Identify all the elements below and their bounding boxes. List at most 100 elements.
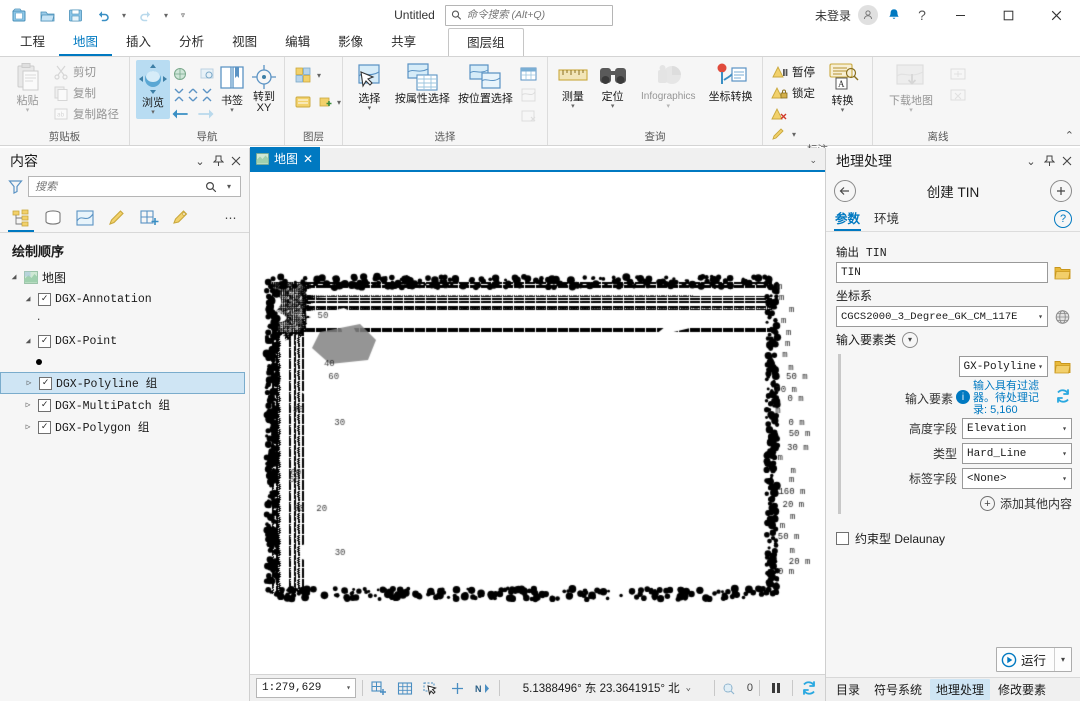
- bookmarks-button[interactable]: 书签 ▾: [216, 60, 248, 117]
- full-extent-icon[interactable]: [168, 62, 192, 86]
- select-dropdown-icon[interactable]: ▾: [368, 105, 372, 113]
- download-map-dropdown-icon[interactable]: ▾: [909, 107, 913, 115]
- layer-visibility-checkbox[interactable]: ✓: [38, 292, 51, 306]
- maximize-button[interactable]: [986, 0, 1030, 30]
- tree-item-dgx-polygon-group[interactable]: ▷ ✓ DGX-Polygon 组: [0, 416, 249, 438]
- ribbon-tab-project[interactable]: 工程: [6, 28, 59, 56]
- collapse-section-icon[interactable]: ▾: [902, 331, 919, 348]
- chevron-down-icon[interactable]: ▾: [1060, 424, 1069, 434]
- map-view-tab[interactable]: 地图 ✕: [250, 147, 321, 170]
- undo-dropdown-icon[interactable]: ▾: [118, 3, 130, 27]
- map-canvas[interactable]: [250, 172, 825, 674]
- help-icon[interactable]: ?: [910, 3, 934, 27]
- ribbon-tab-imagery[interactable]: 影像: [324, 28, 377, 56]
- ribbon-tab-view[interactable]: 视图: [218, 28, 271, 56]
- chevron-down-icon[interactable]: ▾: [1060, 474, 1069, 484]
- geoprocessing-pane-close-icon[interactable]: [1058, 151, 1076, 171]
- layer-visibility-checkbox[interactable]: ✓: [39, 376, 52, 390]
- sign-in-status[interactable]: 未登录: [815, 7, 851, 24]
- list-by-editing-icon[interactable]: [104, 205, 130, 231]
- infographics-button[interactable]: Infographics ▾: [633, 60, 703, 113]
- locate-button[interactable]: 定位 ▾: [594, 60, 632, 113]
- output-tin-input[interactable]: TIN: [836, 262, 1048, 283]
- add-another-button[interactable]: + 添加其他内容: [847, 495, 1072, 512]
- expand-arrow-icon[interactable]: ◢: [22, 294, 34, 304]
- crosshair-icon[interactable]: [447, 678, 467, 698]
- redo-dropdown-icon[interactable]: ▾: [160, 3, 172, 27]
- expand-arrow-icon[interactable]: ▷: [23, 378, 35, 388]
- ribbon-tab-insert[interactable]: 插入: [112, 28, 165, 56]
- explore-button[interactable]: 浏览 ▾: [136, 60, 170, 119]
- constrained-delaunay-row[interactable]: 约束型 Delaunay: [836, 530, 1072, 547]
- coordinates-dropdown-icon[interactable]: ⌄: [686, 683, 691, 693]
- open-project-icon[interactable]: [34, 3, 60, 27]
- geoprocessing-pane-menu-icon[interactable]: ⌄: [1022, 151, 1040, 171]
- contents-pane-menu-icon[interactable]: ⌄: [191, 151, 209, 171]
- pause-drawing-icon[interactable]: [766, 678, 786, 698]
- selection-tool-icon[interactable]: [421, 678, 441, 698]
- remove-offline-icon-button[interactable]: [947, 85, 971, 105]
- pause-labeling-button[interactable]: 暂停: [769, 62, 819, 82]
- paste-dropdown-icon[interactable]: ▾: [26, 107, 30, 115]
- chevron-down-icon[interactable]: ▾: [1060, 449, 1069, 459]
- cut-button[interactable]: 剪切: [51, 62, 123, 82]
- label-pencil-dropdown-icon[interactable]: ▾: [792, 130, 796, 139]
- list-by-selection-icon[interactable]: [72, 205, 98, 231]
- north-arrow-icon[interactable]: N: [473, 678, 493, 698]
- constrained-delaunay-checkbox[interactable]: [836, 532, 849, 545]
- tag-field-select[interactable]: <None> ▾: [962, 468, 1072, 489]
- attribute-table-icon-button[interactable]: [518, 64, 541, 84]
- dock-tab-symbology[interactable]: 符号系统: [868, 679, 928, 700]
- select-button[interactable]: 选择 ▾: [349, 60, 390, 115]
- command-search-box[interactable]: [444, 4, 613, 26]
- paste-button[interactable]: 粘贴 ▾: [6, 60, 49, 117]
- add-grid-icon[interactable]: [369, 678, 389, 698]
- command-search-input[interactable]: [466, 9, 607, 21]
- height-field-select[interactable]: Elevation ▾: [962, 418, 1072, 439]
- output-tin-browse-icon[interactable]: [1052, 263, 1072, 283]
- expand-arrow-icon[interactable]: ▷: [22, 400, 34, 410]
- select-by-attribute-button[interactable]: 按属性选择: [392, 60, 453, 107]
- list-by-labeling-icon[interactable]: [168, 205, 194, 231]
- expand-arrow-icon[interactable]: ◢: [8, 272, 20, 282]
- go-to-xy-button[interactable]: 转到 XY: [248, 60, 280, 116]
- contents-search-dropdown-icon[interactable]: ▾: [220, 182, 238, 191]
- contents-pane-pin-icon[interactable]: [209, 151, 227, 171]
- contents-search-box[interactable]: ▾: [28, 176, 241, 197]
- tab-environments[interactable]: 环境: [873, 206, 900, 231]
- refresh-map-icon[interactable]: [799, 678, 819, 698]
- d'ock-tab-modify-features[interactable]: 修改要素: [992, 679, 1052, 700]
- layer-visibility-checkbox[interactable]: ✓: [38, 398, 51, 412]
- map-tabstrip-menu-icon[interactable]: ⌄: [809, 155, 817, 166]
- basemap-dropdown-icon[interactable]: ▾: [317, 71, 321, 80]
- map-render-surface[interactable]: [250, 172, 820, 674]
- minimize-button[interactable]: [938, 0, 982, 30]
- add-data-dropdown-icon[interactable]: ▾: [337, 98, 341, 107]
- coordinate-system-select[interactable]: CGCS2000_3_Degree_GK_CM_117E ▾: [836, 306, 1048, 327]
- new-project-icon[interactable]: [6, 3, 32, 27]
- ribbon-tab-share[interactable]: 共享: [377, 28, 430, 56]
- download-map-button[interactable]: 下载地图 ▾: [879, 60, 943, 117]
- list-by-data-source-icon[interactable]: [40, 205, 66, 231]
- measure-dropdown-icon[interactable]: ▾: [571, 103, 575, 111]
- info-icon[interactable]: i: [956, 390, 970, 404]
- locate-dropdown-icon[interactable]: ▾: [611, 103, 615, 111]
- input-feature-select[interactable]: GX-Polyline ▾: [958, 356, 1048, 377]
- contents-more-icon[interactable]: ⋯: [219, 206, 243, 230]
- map-scale-dropdown-icon[interactable]: ▾: [346, 683, 353, 693]
- chevron-down-icon[interactable]: ▾: [1036, 312, 1045, 322]
- map-tab-close-icon[interactable]: ✕: [303, 152, 313, 166]
- add-data-icon[interactable]: [291, 90, 315, 114]
- add-tool-button[interactable]: [1050, 180, 1072, 202]
- coordinate-system-globe-icon[interactable]: [1052, 307, 1072, 327]
- save-project-icon[interactable]: [62, 3, 88, 27]
- list-by-drawing-order-icon[interactable]: [8, 205, 34, 232]
- back-button[interactable]: [834, 180, 856, 202]
- geoprocessing-pane-pin-icon[interactable]: [1040, 151, 1058, 171]
- tree-item-dgx-point[interactable]: ◢ ✓ DGX-Point: [0, 330, 249, 352]
- ribbon-tab-edit[interactable]: 编辑: [271, 28, 324, 56]
- tree-item-dgx-multipatch-group[interactable]: ▷ ✓ DGX-MultiPatch 组: [0, 394, 249, 416]
- layer-visibility-checkbox[interactable]: ✓: [38, 420, 51, 434]
- dock-tab-catalog[interactable]: 目录: [830, 679, 866, 700]
- close-button[interactable]: [1034, 0, 1078, 30]
